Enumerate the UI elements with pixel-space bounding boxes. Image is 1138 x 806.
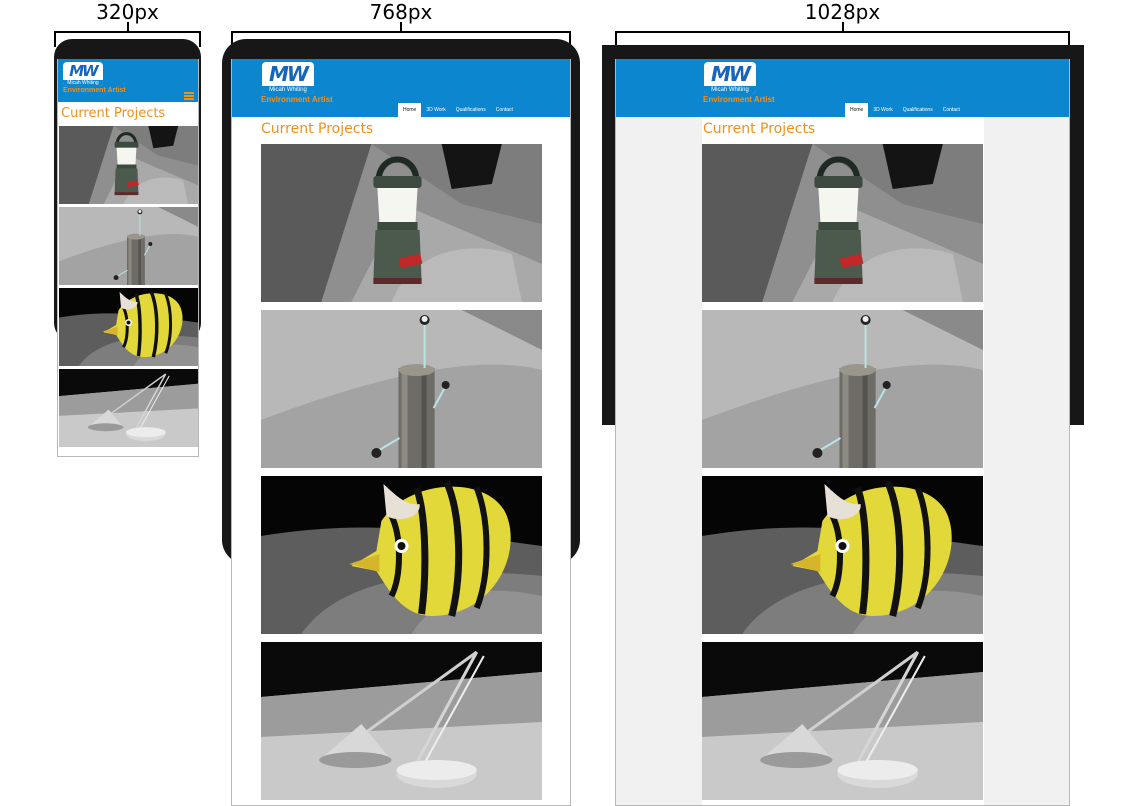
- logo-mark: MW: [269, 62, 309, 86]
- nav-qualifications[interactable]: Qualifications: [451, 103, 491, 117]
- logo[interactable]: MW Micah Whiting: [63, 62, 103, 86]
- desk-lamp-render-icon: [59, 369, 198, 447]
- wooden-post-render-icon: [261, 310, 542, 468]
- project-fish-thumb[interactable]: [261, 476, 542, 634]
- logo[interactable]: MW Micah Whiting: [262, 62, 314, 94]
- page-320: MW Micah Whiting Environment Artist Curr…: [57, 59, 199, 457]
- nav-contact[interactable]: Contact: [938, 103, 965, 117]
- site-subtitle: Environment Artist: [703, 95, 775, 104]
- dim-1028: 1028px: [615, 0, 1070, 50]
- project-desk-lamp-thumb[interactable]: [702, 642, 983, 800]
- nav-contact[interactable]: Contact: [491, 103, 518, 117]
- logo-mark: MW: [69, 62, 98, 80]
- project-pole-thumb[interactable]: [261, 310, 542, 468]
- dim-label-320: 320px: [96, 0, 159, 24]
- desk-lamp-render-icon: [702, 642, 983, 800]
- site-subtitle: Environment Artist: [63, 87, 126, 94]
- lantern-render-icon: [59, 126, 198, 204]
- striped-fish-render-icon: [59, 288, 198, 366]
- project-pole-thumb[interactable]: [59, 207, 198, 285]
- nav-qualifications[interactable]: Qualifications: [898, 103, 938, 117]
- nav-home[interactable]: Home: [845, 103, 869, 117]
- project-lantern-thumb[interactable]: [59, 126, 198, 204]
- logo-mark: MW: [711, 62, 751, 86]
- dim-label-1028: 1028px: [804, 0, 881, 24]
- project-gallery: [702, 144, 984, 800]
- logo-name: Micah Whiting: [704, 86, 756, 94]
- site-header: MW Micah Whiting Environment Artist Home…: [616, 59, 1069, 117]
- project-fish-thumb[interactable]: [59, 288, 198, 366]
- wooden-post-render-icon: [59, 207, 198, 285]
- nav-home[interactable]: Home: [398, 103, 422, 117]
- page-heading: Current Projects: [261, 121, 374, 137]
- site-subtitle: Environment Artist: [261, 95, 333, 104]
- main-content: Current Projects: [232, 117, 570, 805]
- main-nav: Home 3D Work Qualifications Contact: [398, 103, 518, 117]
- lantern-render-icon: [261, 144, 542, 302]
- logo-name: Micah Whiting: [262, 86, 314, 94]
- project-gallery: [261, 144, 570, 800]
- project-fish-thumb[interactable]: [702, 476, 983, 634]
- page-768: MW Micah Whiting Environment Artist Home…: [231, 59, 571, 806]
- site-header: MW Micah Whiting Environment Artist: [58, 59, 198, 102]
- site-header: MW Micah Whiting Environment Artist Home…: [232, 59, 570, 117]
- lantern-render-icon: [702, 144, 983, 302]
- nav-3d-work[interactable]: 3D Work: [421, 103, 450, 117]
- project-desk-lamp-thumb[interactable]: [261, 642, 542, 800]
- page-heading: Current Projects: [61, 106, 166, 121]
- dim-label-768: 768px: [369, 0, 433, 24]
- main-content: Current Projects: [58, 102, 198, 456]
- logo-name: Micah Whiting: [63, 80, 103, 86]
- project-pole-thumb[interactable]: [702, 310, 983, 468]
- striped-fish-render-icon: [702, 476, 983, 634]
- hamburger-menu-icon[interactable]: [184, 92, 194, 100]
- page-1028: MW Micah Whiting Environment Artist Home…: [615, 59, 1070, 806]
- project-lantern-thumb[interactable]: [261, 144, 542, 302]
- project-lantern-thumb[interactable]: [702, 144, 983, 302]
- project-gallery: [58, 126, 198, 447]
- striped-fish-render-icon: [261, 476, 542, 634]
- main-content: Current Projects: [702, 117, 984, 805]
- desk-lamp-render-icon: [261, 642, 542, 800]
- page-heading: Current Projects: [703, 121, 816, 137]
- logo[interactable]: MW Micah Whiting: [704, 62, 756, 94]
- nav-3d-work[interactable]: 3D Work: [868, 103, 897, 117]
- wooden-post-render-icon: [702, 310, 983, 468]
- project-desk-lamp-thumb[interactable]: [59, 369, 198, 447]
- main-nav: Home 3D Work Qualifications Contact: [845, 103, 965, 117]
